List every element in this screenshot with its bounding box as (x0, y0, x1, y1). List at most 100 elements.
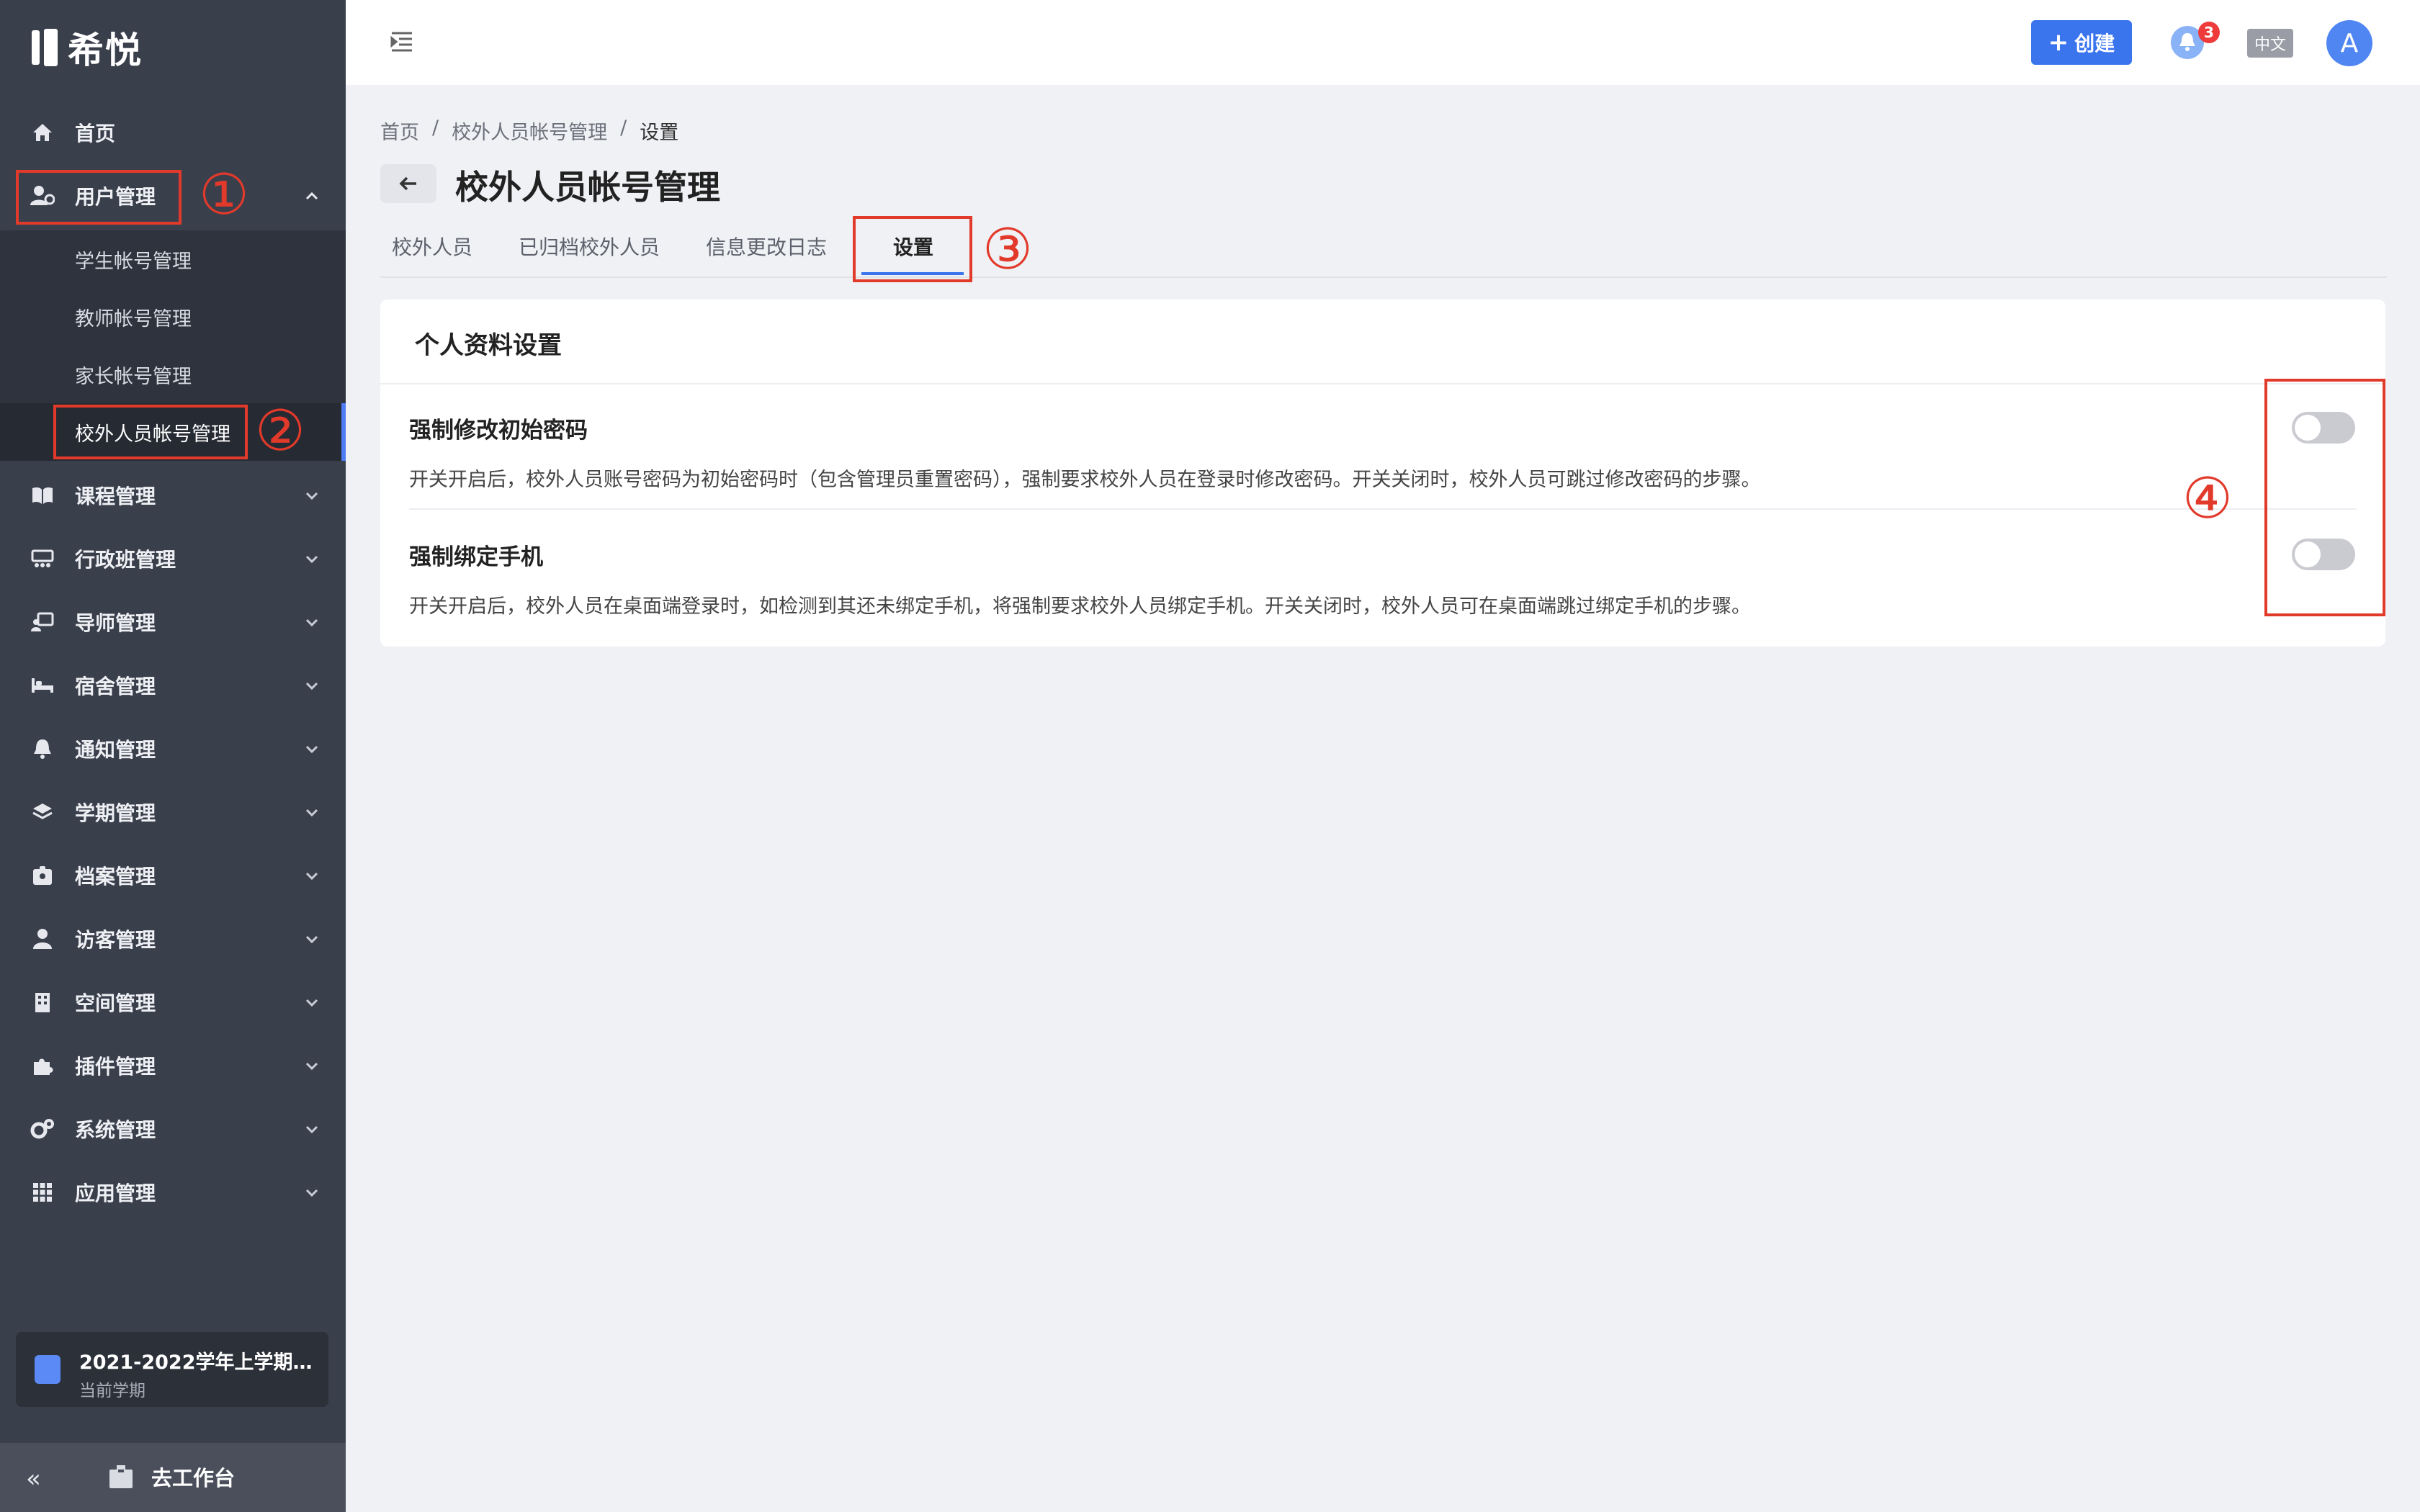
annotation-box-external-accounts (53, 405, 248, 459)
arrow-left-icon (399, 176, 416, 191)
breadcrumb: 首页 / 校外人员帐号管理 / 设置 (380, 117, 678, 145)
sidebar-item-label: 应用管理 (75, 1182, 156, 1205)
annotation-number: ④ (2182, 467, 2233, 531)
sidebar-item-system[interactable]: 系统管理 (0, 1099, 346, 1159)
chevron-down-icon (302, 613, 321, 631)
sidebar-item-mentors[interactable]: 导师管理 (0, 592, 346, 652)
sidebar-subitem-label: 学生帐号管理 (75, 250, 192, 273)
sidebar-item-plugins[interactable]: 插件管理 (0, 1035, 346, 1096)
breadcrumb-separator: / (432, 117, 439, 139)
sidebar-item-spaces[interactable]: 空间管理 (0, 972, 346, 1032)
create-button[interactable]: + 创建 (2031, 20, 2132, 65)
sidebar-subitem-label: 家长帐号管理 (75, 365, 192, 388)
setting-description: 开关开启后，校外人员账号密码为初始密码时（包含管理员重置密码），强制要求校外人员… (409, 469, 1761, 491)
current-term-card[interactable]: 2021-2022学年上学期（... 当前学期 (16, 1332, 328, 1407)
go-to-workbench-button[interactable]: 去工作台 (108, 1462, 235, 1492)
sidebar-subitem-label: 教师帐号管理 (75, 307, 192, 330)
sidebar-item-terms[interactable]: 学期管理 (0, 782, 346, 842)
divider (380, 383, 2385, 384)
annotation-box-toggles (2264, 379, 2385, 616)
tab-external-people[interactable]: 校外人员 (392, 232, 472, 261)
gears-icon (30, 1117, 55, 1141)
box-icon (109, 1465, 133, 1488)
setting-title: 强制修改初始密码 (409, 418, 588, 444)
annotation-number: ③ (982, 217, 1033, 282)
sidebar-item-label: 行政班管理 (75, 548, 176, 572)
chevron-down-icon (302, 549, 321, 568)
annotation-box-user-management (16, 170, 182, 225)
sidebar-item-label: 通知管理 (75, 738, 156, 762)
notification-badge: 3 (2198, 22, 2220, 43)
bed-icon (30, 673, 55, 698)
breadcrumb-separator: / (620, 117, 627, 139)
book-icon (30, 483, 55, 508)
logo-text: 希悦 (68, 30, 143, 71)
sidebar-item-classes[interactable]: 行政班管理 (0, 528, 346, 589)
calendar-icon (35, 1355, 60, 1384)
sidebar-item-label: 插件管理 (75, 1055, 156, 1079)
sidebar-item-label: 档案管理 (75, 865, 156, 888)
sidebar-item-archives[interactable]: 档案管理 (0, 845, 346, 906)
tab-change-log[interactable]: 信息更改日志 (706, 232, 827, 261)
card-title: 个人资料设置 (415, 331, 562, 360)
sidebar-item-label: 访客管理 (75, 928, 156, 952)
tab-archived-external-people[interactable]: 已归档校外人员 (519, 232, 660, 261)
logo-mark-icon (32, 29, 58, 66)
sidebar-item-label: 课程管理 (75, 485, 156, 508)
mentor-icon (30, 610, 55, 634)
annotation-number: ② (255, 399, 305, 464)
sidebar: 希悦 首页 用户管理 学生帐号管理 教师帐号管理 家长帐号管理 校外人员帐号管理… (0, 0, 346, 1512)
sidebar-item-dorms[interactable]: 宿舍管理 (0, 655, 346, 716)
annotation-box-settings-tab (853, 216, 972, 282)
sidebar-item-label: 空间管理 (75, 991, 156, 1015)
logo[interactable]: 希悦 (32, 26, 143, 71)
back-button[interactable] (380, 164, 436, 203)
user-avatar[interactable]: A (2326, 20, 2372, 66)
term-subtitle: 当前学期 (79, 1382, 145, 1400)
sidebar-subitem-teacher-accounts[interactable]: 教师帐号管理 (0, 288, 346, 346)
home-icon (30, 120, 55, 145)
collapse-sidebar-button[interactable]: « (26, 1464, 41, 1493)
chevron-down-icon (302, 1120, 321, 1138)
sidebar-item-apps[interactable]: 应用管理 (0, 1162, 346, 1223)
breadcrumb-home[interactable]: 首页 (380, 117, 419, 145)
sidebar-item-courses[interactable]: 课程管理 (0, 465, 346, 526)
building-icon (30, 990, 55, 1014)
chevron-down-icon (302, 993, 321, 1012)
settings-card: 个人资料设置 强制修改初始密码 开关开启后，校外人员账号密码为初始密码时（包含管… (380, 300, 2385, 647)
id-card-icon (30, 863, 55, 888)
sidebar-item-label: 系统管理 (75, 1118, 156, 1142)
sidebar-subitem-student-accounts[interactable]: 学生帐号管理 (0, 230, 346, 288)
sidebar-item-home[interactable]: 首页 (0, 102, 346, 163)
layers-icon (30, 800, 55, 824)
bell-icon (30, 737, 55, 761)
sidebar-subitem-parent-accounts[interactable]: 家长帐号管理 (0, 346, 346, 403)
setting-title: 强制绑定手机 (409, 544, 543, 570)
create-label: 创建 (2074, 32, 2115, 55)
annotation-number: ① (199, 163, 249, 228)
chevron-down-icon (302, 1056, 321, 1075)
chevron-up-icon (302, 186, 321, 205)
term-title: 2021-2022学年上学期（... (79, 1351, 317, 1374)
chevron-down-icon (302, 676, 321, 695)
plus-icon: + (2048, 28, 2069, 57)
class-icon (30, 546, 55, 571)
chevron-down-icon (302, 866, 321, 885)
sidebar-item-label: 学期管理 (75, 801, 156, 825)
puzzle-icon (30, 1053, 55, 1078)
sidebar-footer: « 去工作台 (0, 1443, 346, 1512)
chevron-down-icon (302, 739, 321, 758)
sidebar-item-label: 宿舍管理 (75, 675, 156, 698)
menu-toggle-icon[interactable] (389, 29, 415, 55)
breadcrumb-external-accounts[interactable]: 校外人员帐号管理 (452, 117, 607, 145)
sidebar-item-visitors[interactable]: 访客管理 (0, 909, 346, 969)
sidebar-item-label: 首页 (75, 122, 116, 145)
sidebar-item-label: 导师管理 (75, 611, 156, 635)
language-switch[interactable]: 中文 (2247, 29, 2293, 58)
divider (409, 508, 2357, 510)
page-title: 校外人员帐号管理 (455, 168, 720, 207)
setting-description: 开关开启后，校外人员在桌面端登录时，如检测到其还未绑定手机，将强制要求校外人员绑… (409, 595, 1751, 618)
visitor-icon (30, 927, 55, 951)
chevron-down-icon (302, 1183, 321, 1202)
sidebar-item-notifications[interactable]: 通知管理 (0, 719, 346, 779)
